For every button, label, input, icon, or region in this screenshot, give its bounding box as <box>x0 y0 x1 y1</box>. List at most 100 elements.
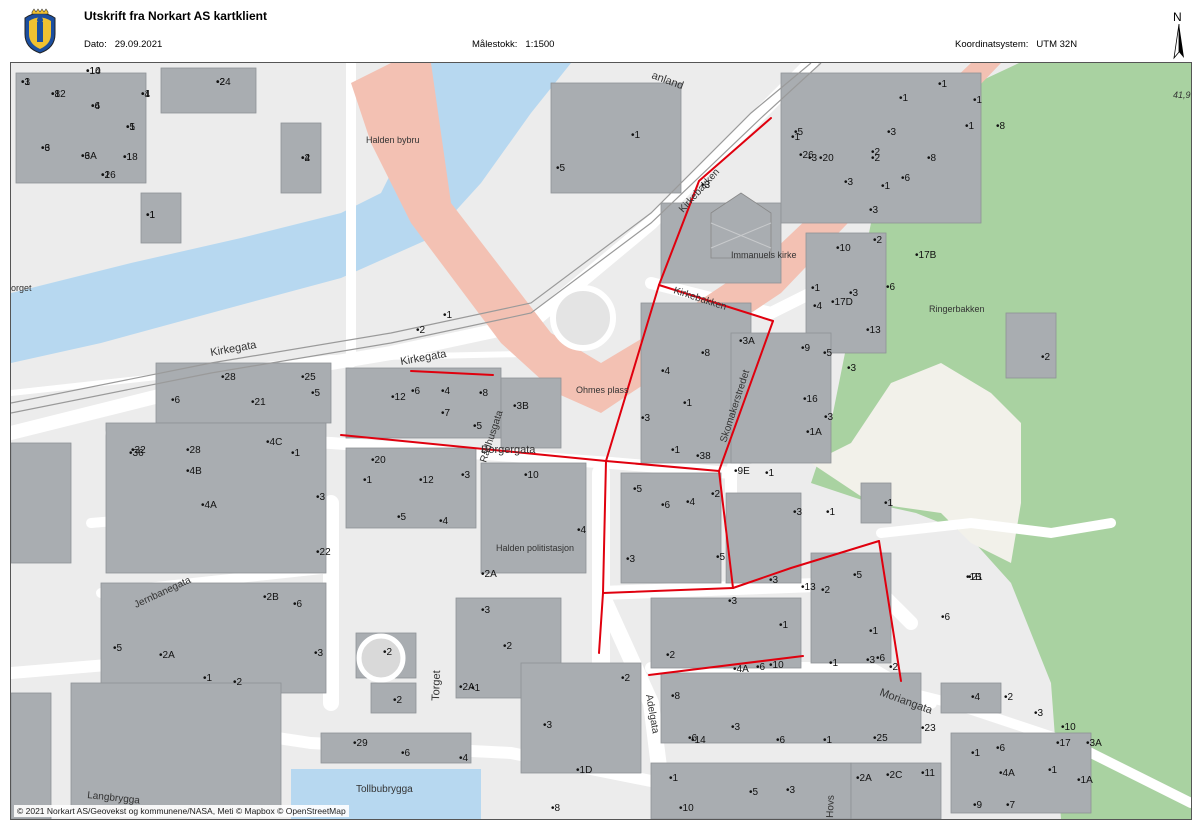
address-label: •28 <box>186 445 201 456</box>
address-label: •4 <box>301 153 311 164</box>
address-label: •7 <box>1006 800 1016 811</box>
map-view[interactable]: Kirkegata Kirkegata Rådhusgata Borgergat… <box>10 62 1192 820</box>
address-label: •3 <box>481 605 491 616</box>
address-label: •1 <box>669 773 679 784</box>
address-label: •16 <box>803 394 818 405</box>
address-label: •10 <box>836 243 851 254</box>
address-label: •1 <box>938 79 948 90</box>
address-label: •5 <box>397 512 407 523</box>
address-label: •3 <box>769 575 779 586</box>
address-label: •3 <box>543 720 553 731</box>
address-label: •8 <box>551 803 561 814</box>
address-label: •20 <box>819 153 834 164</box>
address-label: •25 <box>301 372 316 383</box>
address-label: •1 <box>884 498 894 509</box>
crs-label: Koordinatsystem: <box>955 39 1029 50</box>
place-label-ohmes-plass: Ohmes plass <box>576 385 629 395</box>
address-label: •6 <box>776 735 786 746</box>
address-label: •1 <box>203 673 213 684</box>
address-label: •1 <box>765 468 775 479</box>
address-label: •9E <box>734 466 750 477</box>
address-label: •4C <box>266 437 282 448</box>
address-label: •24 <box>216 77 231 88</box>
address-label: •3 <box>844 177 854 188</box>
address-label: •1 <box>973 95 983 106</box>
address-label: •1 <box>291 448 301 459</box>
address-label: •4 <box>971 692 981 703</box>
address-label: •13 <box>866 325 881 336</box>
address-label: •1 <box>899 93 909 104</box>
address-label: •3 <box>641 413 651 424</box>
address-label: •3 <box>786 785 796 796</box>
address-label: •1 <box>146 210 156 221</box>
street-label-borgergata: Borgergata <box>481 444 536 456</box>
address-label: •2 <box>889 662 899 673</box>
address-label: •14 <box>86 66 101 77</box>
address-label: •1 <box>965 121 975 132</box>
date-field: Dato: 29.09.2021 <box>84 39 162 50</box>
address-label: •5 <box>113 643 123 654</box>
address-label: •6 <box>411 386 421 397</box>
address-label: •12 <box>419 475 434 486</box>
crs-field: Koordinatsystem: UTM 32N <box>955 39 1077 50</box>
address-label: •3 <box>793 507 803 518</box>
address-label: •3 <box>21 77 31 88</box>
street-label-tollbubrygga: Tollbubrygga <box>356 784 413 795</box>
place-label-halden-bybru: Halden bybru <box>366 135 420 145</box>
elevation-label: 41,9 <box>1173 90 1191 100</box>
coat-of-arms-icon <box>24 8 56 54</box>
address-label: •5 <box>311 388 321 399</box>
address-label: •6 <box>41 143 51 154</box>
address-label: •2 <box>821 585 831 596</box>
address-label: •10 <box>524 470 539 481</box>
address-label: •8 <box>671 691 681 702</box>
address-label: •4 <box>661 366 671 377</box>
roundabout <box>550 285 616 351</box>
address-label: •1 <box>811 283 821 294</box>
place-label-halden-politistasjon: Halden politistasjon <box>496 543 574 553</box>
address-label: •2 <box>666 650 676 661</box>
address-label: •3 <box>808 153 818 164</box>
address-label: •2 <box>416 325 426 336</box>
address-label: •3 <box>701 180 711 191</box>
address-label: •4 <box>141 89 151 100</box>
address-label: •12 <box>51 89 66 100</box>
address-label: •2 <box>1041 352 1051 363</box>
address-label: •5 <box>749 787 759 798</box>
address-label: •1 <box>823 735 833 746</box>
address-label: •6 <box>171 395 181 406</box>
address-label: •1 <box>829 658 839 669</box>
address-label: •1 <box>881 181 891 192</box>
address-label: •10 <box>679 803 694 814</box>
map-canvas[interactable]: Kirkegata Kirkegata Rådhusgata Borgergat… <box>11 63 1191 819</box>
address-label: •1D <box>576 765 592 776</box>
address-label: •5 <box>853 570 863 581</box>
address-label: •4A <box>733 664 749 675</box>
address-label: •17 <box>1056 738 1071 749</box>
address-label: •10 <box>769 660 784 671</box>
address-label: •1 <box>126 122 136 133</box>
address-label: •6 <box>886 282 896 293</box>
address-label: •1 <box>443 310 453 321</box>
address-label: •3 <box>626 554 636 565</box>
address-label: •2A <box>159 650 175 661</box>
address-label: •6 <box>756 662 766 673</box>
address-label: •4 <box>577 525 587 536</box>
street-label-torget: Torget <box>430 670 443 701</box>
address-label: •3 <box>316 492 326 503</box>
north-arrow-icon: N <box>1173 10 1184 60</box>
address-label: •14 <box>691 735 706 746</box>
address-label: •3A <box>1086 738 1102 749</box>
north-label: N <box>1173 10 1182 24</box>
address-label: •2 <box>1004 692 1014 703</box>
address-label: •2 <box>383 647 393 658</box>
address-label: •2A <box>856 773 872 784</box>
address-label: •1 <box>363 475 373 486</box>
scale-value: 1:1500 <box>525 39 555 50</box>
address-label: •3 <box>728 596 738 607</box>
address-label: •3 <box>731 722 741 733</box>
address-label: •2 <box>871 147 881 158</box>
address-label: •1 <box>683 398 693 409</box>
address-label: •1 <box>971 748 981 759</box>
address-label: •2C <box>886 770 902 781</box>
